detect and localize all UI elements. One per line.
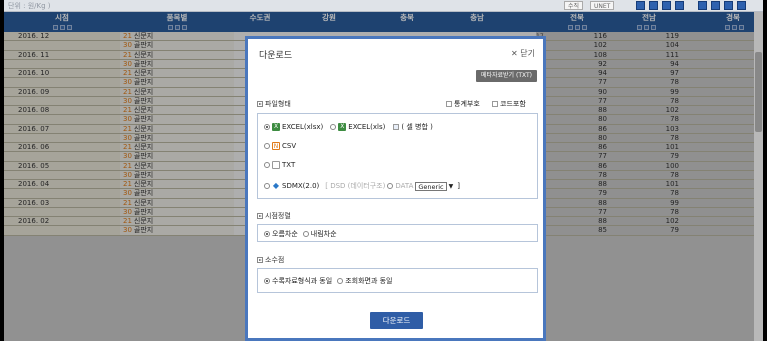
- format-select[interactable]: Generic: [415, 181, 447, 191]
- decimal-box: 수록자료형식과 동일 조회화면과 동일: [257, 268, 538, 293]
- download-dialog: 다운로드 ✕ 닫기 메타자료받기 (TXT) 파일형태 통계부호 코드포함 X …: [245, 36, 546, 341]
- toolbar-square-icon[interactable]: [711, 1, 720, 10]
- toolbar-square-icon[interactable]: [737, 1, 746, 10]
- decimal-options[interactable]: 수록자료형식과 동일 조회화면과 동일: [264, 276, 393, 286]
- vertical-button[interactable]: 수직: [564, 1, 584, 10]
- txt-icon: [272, 161, 280, 169]
- unet-button[interactable]: UNET: [590, 1, 615, 10]
- radio-icon[interactable]: [337, 278, 344, 284]
- radio-icon[interactable]: [302, 231, 309, 237]
- radio-selected-icon[interactable]: [264, 124, 270, 130]
- excel-icon: X: [272, 123, 280, 131]
- sdmx-option[interactable]: ◆ SDMX(2.0) [ DSD (데이터구조) DATA Generic ▼…: [264, 181, 460, 191]
- section-marker-icon: [257, 213, 263, 219]
- radio-selected-icon[interactable]: [264, 278, 270, 284]
- section-marker-icon: [257, 257, 263, 263]
- toolbar-square-icon[interactable]: [649, 1, 658, 10]
- checkbox-icon[interactable]: [492, 101, 498, 107]
- decimal-heading: 소수점: [257, 255, 284, 265]
- screen: 단위 : 원/Kg ) 수직 UNET 시점 품목별 수도권 강원 충북 충남 …: [4, 0, 763, 341]
- download-button[interactable]: 다운로드: [370, 312, 423, 329]
- dialog-title: 다운로드: [259, 51, 293, 61]
- toolbar-square-icon[interactable]: [675, 1, 684, 10]
- file-format-box: X EXCEL(xlsx) X EXCEL(xls) ( 셀 병합 ) N CS…: [257, 113, 538, 199]
- meta-download-button[interactable]: 메타자료받기 (TXT): [475, 70, 537, 82]
- code-include-option[interactable]: 코드포함: [492, 99, 526, 109]
- radio-icon[interactable]: [387, 183, 394, 189]
- xlsx-option[interactable]: X EXCEL(xlsx) X EXCEL(xls) ( 셀 병합 ): [264, 122, 433, 132]
- section-marker-icon: [257, 101, 263, 107]
- time-order-box: 오름차순 내림차순: [257, 224, 538, 242]
- csv-option[interactable]: N CSV: [264, 142, 296, 150]
- file-format-heading: 파일형태: [257, 99, 291, 109]
- stat-symbol-option[interactable]: 통계부호: [446, 99, 480, 109]
- sdmx-icon: ◆: [272, 181, 280, 190]
- toolbar-square-icon[interactable]: [662, 1, 671, 10]
- unit-label: 단위 : 원/Kg ): [8, 2, 51, 10]
- scrollbar-thumb[interactable]: [755, 52, 762, 132]
- close-button[interactable]: ✕ 닫기: [511, 48, 535, 59]
- toolbar-square-icon[interactable]: [636, 1, 645, 10]
- radio-selected-icon[interactable]: [264, 231, 270, 237]
- excel-icon: X: [338, 123, 347, 131]
- radio-icon[interactable]: [264, 143, 270, 149]
- toolbar-square-icon[interactable]: [724, 1, 733, 10]
- checkbox-icon[interactable]: [393, 124, 400, 130]
- toolbar-square-icon[interactable]: [698, 1, 707, 10]
- time-order-options[interactable]: 오름차순 내림차순: [264, 229, 337, 239]
- scrollbar[interactable]: [754, 12, 763, 341]
- radio-icon[interactable]: [264, 162, 270, 168]
- top-toolbar: 단위 : 원/Kg ) 수직 UNET: [4, 0, 763, 12]
- csv-icon: N: [272, 142, 280, 150]
- checkbox-icon[interactable]: [446, 101, 452, 107]
- radio-icon[interactable]: [330, 124, 337, 130]
- radio-icon[interactable]: [264, 183, 270, 189]
- time-order-heading: 시점정렬: [257, 211, 291, 221]
- txt-option[interactable]: TXT: [264, 161, 295, 169]
